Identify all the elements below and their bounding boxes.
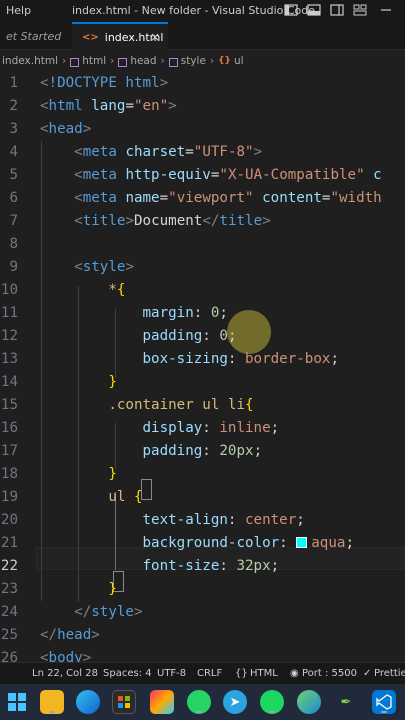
broadcast-icon: ◉ xyxy=(290,668,299,679)
minimize-icon[interactable] xyxy=(378,2,394,18)
status-eol[interactable]: CRLF xyxy=(197,668,222,679)
code-line: 20 text-align: center; xyxy=(0,512,305,528)
code-line: 1 <!DOCTYPE html> xyxy=(9,75,169,91)
code-line: 16 display: inline; xyxy=(0,420,280,436)
color-swatch-aqua[interactable] xyxy=(296,537,308,548)
css-rule-icon: {} xyxy=(218,56,231,66)
tab-index-html[interactable]: <> index.html × xyxy=(72,22,168,50)
html-file-icon: <> xyxy=(82,31,99,43)
code-line: 21 background-color: aqua; xyxy=(0,535,354,551)
edge-icon[interactable] xyxy=(76,690,100,714)
element-icon xyxy=(168,57,178,67)
code-line: 25 </head> xyxy=(0,627,100,643)
chevron-right-icon: › xyxy=(110,55,115,67)
status-bar: Ln 22, Col 28 Spaces: 4 UTF-8 CRLF {} HT… xyxy=(0,662,405,684)
windows-start-icon[interactable] xyxy=(5,690,29,714)
windows-taskbar: ➤ ✒ xyxy=(0,684,405,720)
code-line: 15 .container ul li{ xyxy=(0,397,254,413)
toggle-sidebar-icon[interactable] xyxy=(283,2,299,18)
code-line: 11 margin: 0; xyxy=(0,305,228,321)
code-line: 12 padding: 0; xyxy=(0,328,237,344)
chevron-right-icon: › xyxy=(61,55,67,67)
breadcrumb-file[interactable]: index.html xyxy=(2,55,58,67)
chevron-right-icon: › xyxy=(160,55,165,67)
tab-get-started[interactable]: et Started xyxy=(0,22,67,50)
code-line: 26 <body> xyxy=(0,650,92,662)
file-explorer-icon[interactable] xyxy=(40,690,64,714)
breadcrumb-html[interactable]: html xyxy=(82,55,106,67)
photos-icon[interactable] xyxy=(150,690,174,714)
status-encoding[interactable]: UTF-8 xyxy=(157,668,186,679)
status-cursor-position[interactable]: Ln 22, Col 28 xyxy=(32,668,98,679)
code-line: 24 </style> xyxy=(0,604,143,620)
code-line: 5 <meta http-equiv="X-UA-Compatible" c xyxy=(9,167,382,183)
code-line: 10 *{ xyxy=(0,282,126,298)
breadcrumb: index.html › html › head › style › {} ul xyxy=(0,50,405,72)
whatsapp-icon[interactable] xyxy=(187,690,211,714)
code-line: 7 <title>Document</title> xyxy=(9,213,271,229)
vscode-icon[interactable] xyxy=(372,690,396,714)
toggle-panel-icon[interactable] xyxy=(306,2,322,18)
code-line: 14 } xyxy=(0,374,117,390)
braces-icon: {} xyxy=(235,668,248,679)
edge-canary-icon[interactable] xyxy=(297,690,321,714)
breadcrumb-style[interactable]: style xyxy=(181,55,206,67)
code-line: 3 <head> xyxy=(9,121,92,137)
code-line: 23 } xyxy=(0,581,117,597)
spotify-icon[interactable] xyxy=(260,690,284,714)
code-line: 6 <meta name="viewport" content="width xyxy=(9,190,382,206)
code-line: 18 } xyxy=(0,466,117,482)
status-live-server-port[interactable]: Port : 5500 xyxy=(302,668,357,679)
menu-help[interactable]: Help xyxy=(6,4,31,17)
code-line: 2 <html lang="en"> xyxy=(9,98,177,114)
telegram-icon[interactable]: ➤ xyxy=(223,690,247,714)
toggle-secondary-sidebar-icon[interactable] xyxy=(329,2,345,18)
status-prettier[interactable]: Prettie xyxy=(374,668,405,679)
store-icon[interactable] xyxy=(112,690,136,714)
pen-icon[interactable]: ✒ xyxy=(334,690,358,714)
tab-bar: et Started <> index.html × xyxy=(0,22,405,50)
code-line: 8 xyxy=(9,236,18,252)
element-icon xyxy=(70,57,80,67)
status-indentation[interactable]: Spaces: 4 xyxy=(103,668,152,679)
status-language[interactable]: HTML xyxy=(250,668,278,679)
code-editor[interactable]: 1 <!DOCTYPE html> 2 <html lang="en"> 3 <hea… xyxy=(0,72,405,662)
code-line: 19 ul { xyxy=(0,489,143,505)
code-line-active: 22 font-size: 32px; xyxy=(0,558,280,574)
code-line: 9 <style> xyxy=(9,259,134,275)
code-line: 17 padding: 20px; xyxy=(0,443,263,459)
breadcrumb-head[interactable]: head xyxy=(130,55,156,67)
window-title: index.html - New folder - Visual Studio … xyxy=(72,4,316,17)
customize-layout-icon[interactable] xyxy=(352,2,368,18)
code-line: 4 <meta charset="UTF-8"> xyxy=(9,144,263,160)
breadcrumb-ul[interactable]: ul xyxy=(234,55,244,67)
check-icon: ✓ xyxy=(363,668,372,679)
code-line: 13 box-sizing: border-box; xyxy=(0,351,339,367)
chevron-right-icon: › xyxy=(209,55,215,67)
element-icon xyxy=(118,57,128,67)
close-icon[interactable]: × xyxy=(150,30,160,44)
title-bar: Help index.html - New folder - Visual St… xyxy=(0,0,405,22)
